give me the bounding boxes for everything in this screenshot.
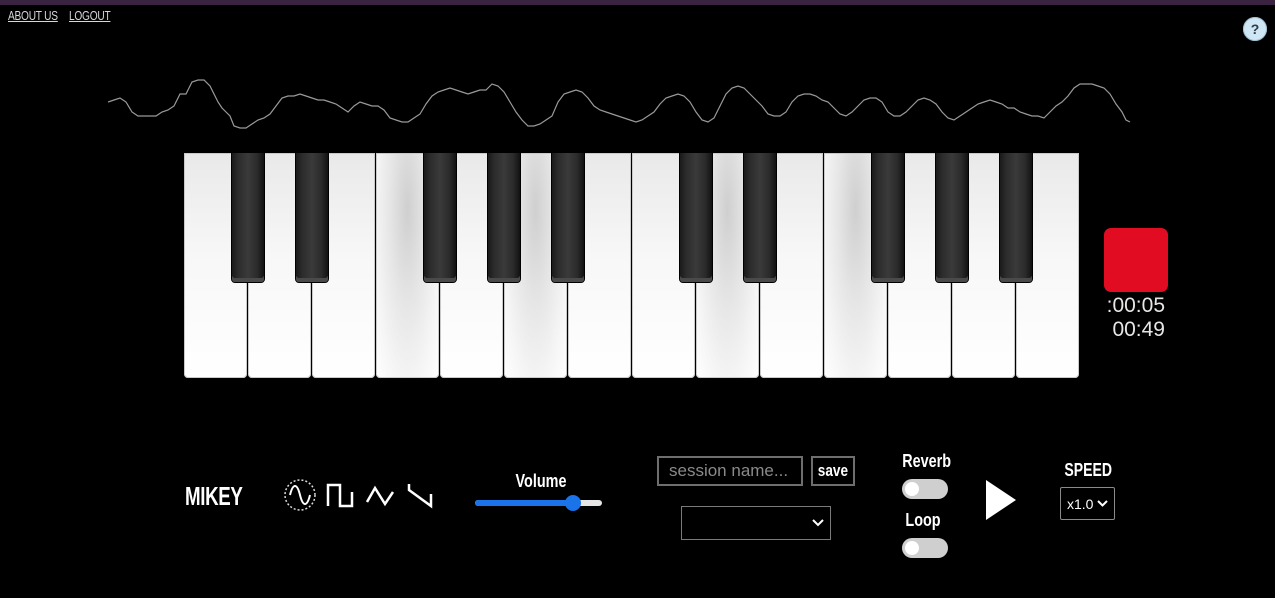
- black-key[interactable]: [680, 153, 712, 282]
- sawtooth-wave-icon: [407, 484, 433, 509]
- save-label: save: [817, 461, 849, 480]
- reverb-toggle-knob: [905, 482, 919, 496]
- waveform-line: [108, 79, 1131, 129]
- triangle-wave-button[interactable]: [363, 478, 397, 512]
- waveform-display: [108, 79, 1131, 129]
- black-key[interactable]: [1000, 153, 1032, 282]
- black-key[interactable]: [296, 153, 328, 282]
- loop-toggle[interactable]: [902, 538, 948, 558]
- about-us-link[interactable]: ABOUT US: [8, 8, 58, 23]
- loop-label: Loop: [905, 510, 941, 530]
- sine-wave-button[interactable]: [283, 478, 317, 512]
- sawtooth-wave-button[interactable]: [403, 478, 437, 512]
- black-key[interactable]: [424, 153, 456, 282]
- play-icon: [986, 480, 1016, 520]
- black-key[interactable]: [936, 153, 968, 282]
- sine-wave-icon: [284, 479, 316, 511]
- top-bar: [0, 0, 1275, 5]
- elapsed-time: :00:05: [1106, 294, 1165, 317]
- logout-link[interactable]: LOGOUT: [69, 8, 111, 23]
- square-wave-button[interactable]: [323, 478, 357, 512]
- black-key[interactable]: [552, 153, 584, 282]
- play-button[interactable]: [985, 479, 1017, 521]
- session-name-input[interactable]: [657, 456, 803, 486]
- reverb-toggle[interactable]: [902, 479, 948, 499]
- volume-thumb[interactable]: [564, 495, 581, 511]
- session-select[interactable]: [681, 506, 831, 540]
- speed-select[interactable]: x1.0: [1060, 487, 1115, 520]
- loop-toggle-knob: [905, 541, 919, 555]
- volume-slider[interactable]: [475, 495, 602, 511]
- username: MIKEY: [185, 481, 243, 511]
- square-wave-icon: [326, 483, 354, 508]
- record-button[interactable]: [1104, 228, 1168, 292]
- chevron-down-icon: [1097, 500, 1108, 507]
- triangle-wave-icon: [365, 485, 395, 507]
- remaining-time: 00:49: [1112, 318, 1165, 341]
- top-nav: ABOUT US LOGOUT: [8, 8, 117, 23]
- speed-selected: x1.0: [1067, 495, 1094, 512]
- reverb-label: Reverb: [902, 451, 952, 471]
- help-button[interactable]: ?: [1243, 17, 1267, 41]
- volume-label: Volume: [515, 471, 567, 491]
- black-key[interactable]: [872, 153, 904, 282]
- help-icon: ?: [1250, 21, 1260, 37]
- piano-keyboard: [184, 153, 1081, 379]
- black-key[interactable]: [488, 153, 520, 282]
- chevron-down-icon: [812, 519, 824, 527]
- save-button[interactable]: save: [811, 456, 855, 486]
- black-key[interactable]: [744, 153, 776, 282]
- black-key[interactable]: [232, 153, 264, 282]
- speed-label: SPEED: [1064, 460, 1112, 480]
- volume-fill: [475, 500, 573, 506]
- waveform-selector: [283, 478, 437, 512]
